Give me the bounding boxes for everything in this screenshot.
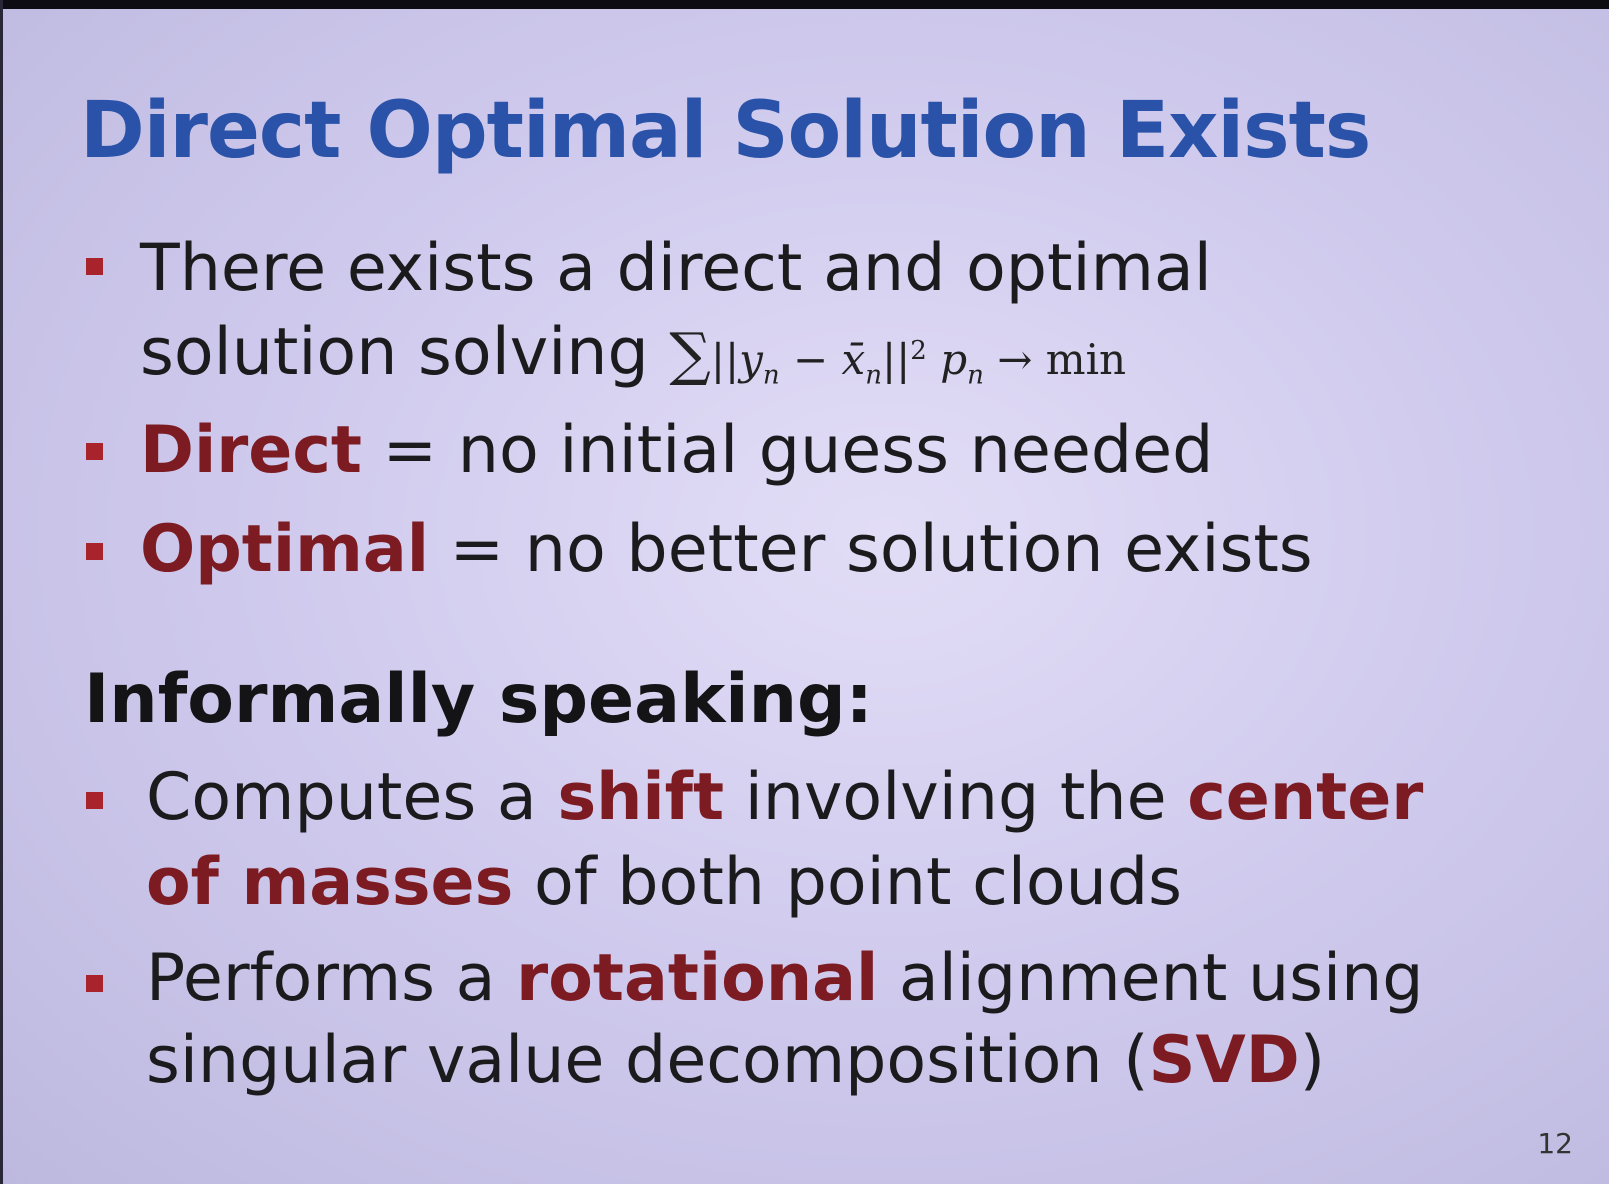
top-frame-bar <box>0 0 1609 9</box>
formula-min: min <box>1045 335 1127 384</box>
formula-y-sub: n <box>762 360 780 391</box>
least-squares-formula: ∑||yn − x̄n||2 pn → min <box>669 320 1127 390</box>
bullet-5-text-1: Performs a <box>146 941 517 1016</box>
bullet-5-text-3: singular value decomposition ( <box>146 1023 1149 1098</box>
bullet-3: Optimal = no better solution exists <box>140 507 1313 593</box>
bullet-4-text-1: Computes a <box>146 760 558 835</box>
bullet-marker <box>86 258 103 275</box>
bullet-2: Direct = no initial guess needed <box>140 408 1213 494</box>
formula-power: 2 <box>910 336 927 366</box>
formula-p-sub: n <box>967 360 984 391</box>
bullet-1-line-1: There exists a direct and optimal <box>140 231 1212 306</box>
bullet-2-text: = no initial guess needed <box>361 413 1214 488</box>
formula-sum: ∑ <box>669 320 711 388</box>
formula-p: p <box>940 335 968 384</box>
bullet-5-text-4: ) <box>1299 1023 1326 1098</box>
keyword-center: center <box>1187 760 1424 835</box>
formula-minus: − <box>792 335 829 384</box>
slide-title: Direct Optimal Solution Exists <box>80 86 1371 176</box>
section-heading: Informally speaking: <box>84 660 873 739</box>
bullet-marker <box>86 975 103 992</box>
bullet-4-text-3: of both point clouds <box>513 845 1182 920</box>
bullet-4-text-2: involving the <box>724 760 1188 835</box>
formula-x: x̄ <box>841 335 866 384</box>
keyword-of-masses: of masses <box>146 845 514 920</box>
formula-arrow: → <box>997 335 1033 384</box>
bullet-1-line-2-text: solution solving <box>140 315 649 390</box>
bullet-5-text-2: alignment using <box>878 941 1424 1016</box>
bullet-4-line-2: of masses of both point clouds <box>146 840 1182 926</box>
keyword-shift: shift <box>557 760 725 835</box>
bullet-5-line-1: Performs a rotational alignment using <box>146 936 1424 1022</box>
bullet-marker <box>86 443 103 460</box>
keyword-rotational: rotational <box>516 941 879 1016</box>
bullet-3-text: = no better solution exists <box>429 512 1313 587</box>
formula-x-sub: n <box>865 360 882 391</box>
left-frame-edge <box>0 0 3 1184</box>
formula-norm-close: || <box>881 335 911 384</box>
keyword-svd: SVD <box>1148 1023 1300 1098</box>
bullet-5-line-2: singular value decomposition (SVD) <box>146 1018 1325 1104</box>
formula-norm-open: || <box>710 335 740 384</box>
formula-y: y <box>739 335 763 384</box>
keyword-optimal: Optimal <box>140 512 430 587</box>
bullet-marker <box>86 792 103 809</box>
page-number: 12 <box>1537 1127 1573 1160</box>
bullet-marker <box>86 543 103 560</box>
bullet-4-line-1: Computes a shift involving the center <box>146 755 1423 841</box>
bullet-1-line-2: solution solving ∑||yn − x̄n||2 pn → min <box>140 308 1126 418</box>
keyword-direct: Direct <box>140 413 362 488</box>
